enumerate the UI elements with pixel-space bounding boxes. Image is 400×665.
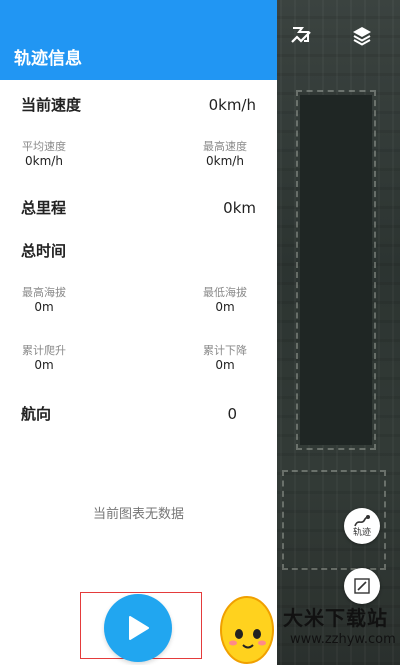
total-distance-label: 总里程 [21, 199, 67, 217]
total-distance-row: 总里程 0km [21, 197, 256, 218]
max-speed-label: 最高速度 [203, 140, 247, 153]
max-altitude: 最高海拔 0m [22, 286, 66, 315]
max-altitude-label: 最高海拔 [22, 286, 66, 299]
current-speed-label: 当前速度 [21, 96, 82, 114]
heading-value: 0 [227, 404, 237, 423]
map-field-border [296, 90, 376, 450]
total-distance-value: 0km [223, 198, 256, 217]
avg-speed-value: 0km/h [25, 154, 63, 168]
total-climb: 累计爬升 0m [22, 344, 66, 373]
min-altitude-value: 0m [215, 300, 235, 314]
egg-mascot-logo [220, 596, 274, 664]
total-descent: 累计下降 0m [203, 344, 247, 373]
chart-empty-message: 当前图表无数据 [92, 507, 184, 522]
track-button[interactable]: 轨迹 [344, 508, 380, 544]
min-altitude-label: 最低海拔 [203, 286, 247, 299]
track-info-panel: 轨迹信息 当前速度 0km/h 平均速度 0km/h 最高速度 0km/h 总里… [0, 0, 277, 665]
play-button[interactable] [104, 594, 172, 662]
heading-row: 航向 0 [21, 403, 237, 424]
track-map-icon[interactable] [288, 22, 316, 50]
watermark: 大米下载站 www.zzhyw.com [208, 590, 400, 665]
panel-header: 轨迹信息 [0, 0, 277, 80]
max-speed: 最高速度 0km/h [203, 140, 247, 169]
panel-title: 轨迹信息 [14, 49, 82, 69]
total-descent-value: 0m [215, 358, 235, 372]
watermark-name: 大米下载站 [283, 606, 388, 630]
max-altitude-value: 0m [34, 300, 54, 314]
max-speed-value: 0km/h [206, 154, 244, 168]
total-time-row: 总时间 [21, 240, 256, 261]
track-button-label: 轨迹 [352, 528, 371, 538]
track-icon [354, 515, 370, 527]
heading-label: 航向 [21, 405, 52, 423]
total-climb-label: 累计爬升 [22, 344, 66, 357]
total-descent-label: 累计下降 [203, 344, 247, 357]
total-time-label: 总时间 [21, 242, 67, 260]
watermark-url: www.zzhyw.com [290, 632, 396, 647]
current-speed-row: 当前速度 0km/h [21, 94, 256, 115]
current-speed-value: 0km/h [208, 95, 256, 114]
play-icon [129, 616, 149, 640]
min-altitude: 最低海拔 0m [203, 286, 247, 315]
avg-speed-label: 平均速度 [22, 140, 66, 153]
total-climb-value: 0m [34, 358, 54, 372]
avg-speed: 平均速度 0km/h [22, 140, 66, 169]
layers-icon[interactable] [348, 22, 376, 50]
